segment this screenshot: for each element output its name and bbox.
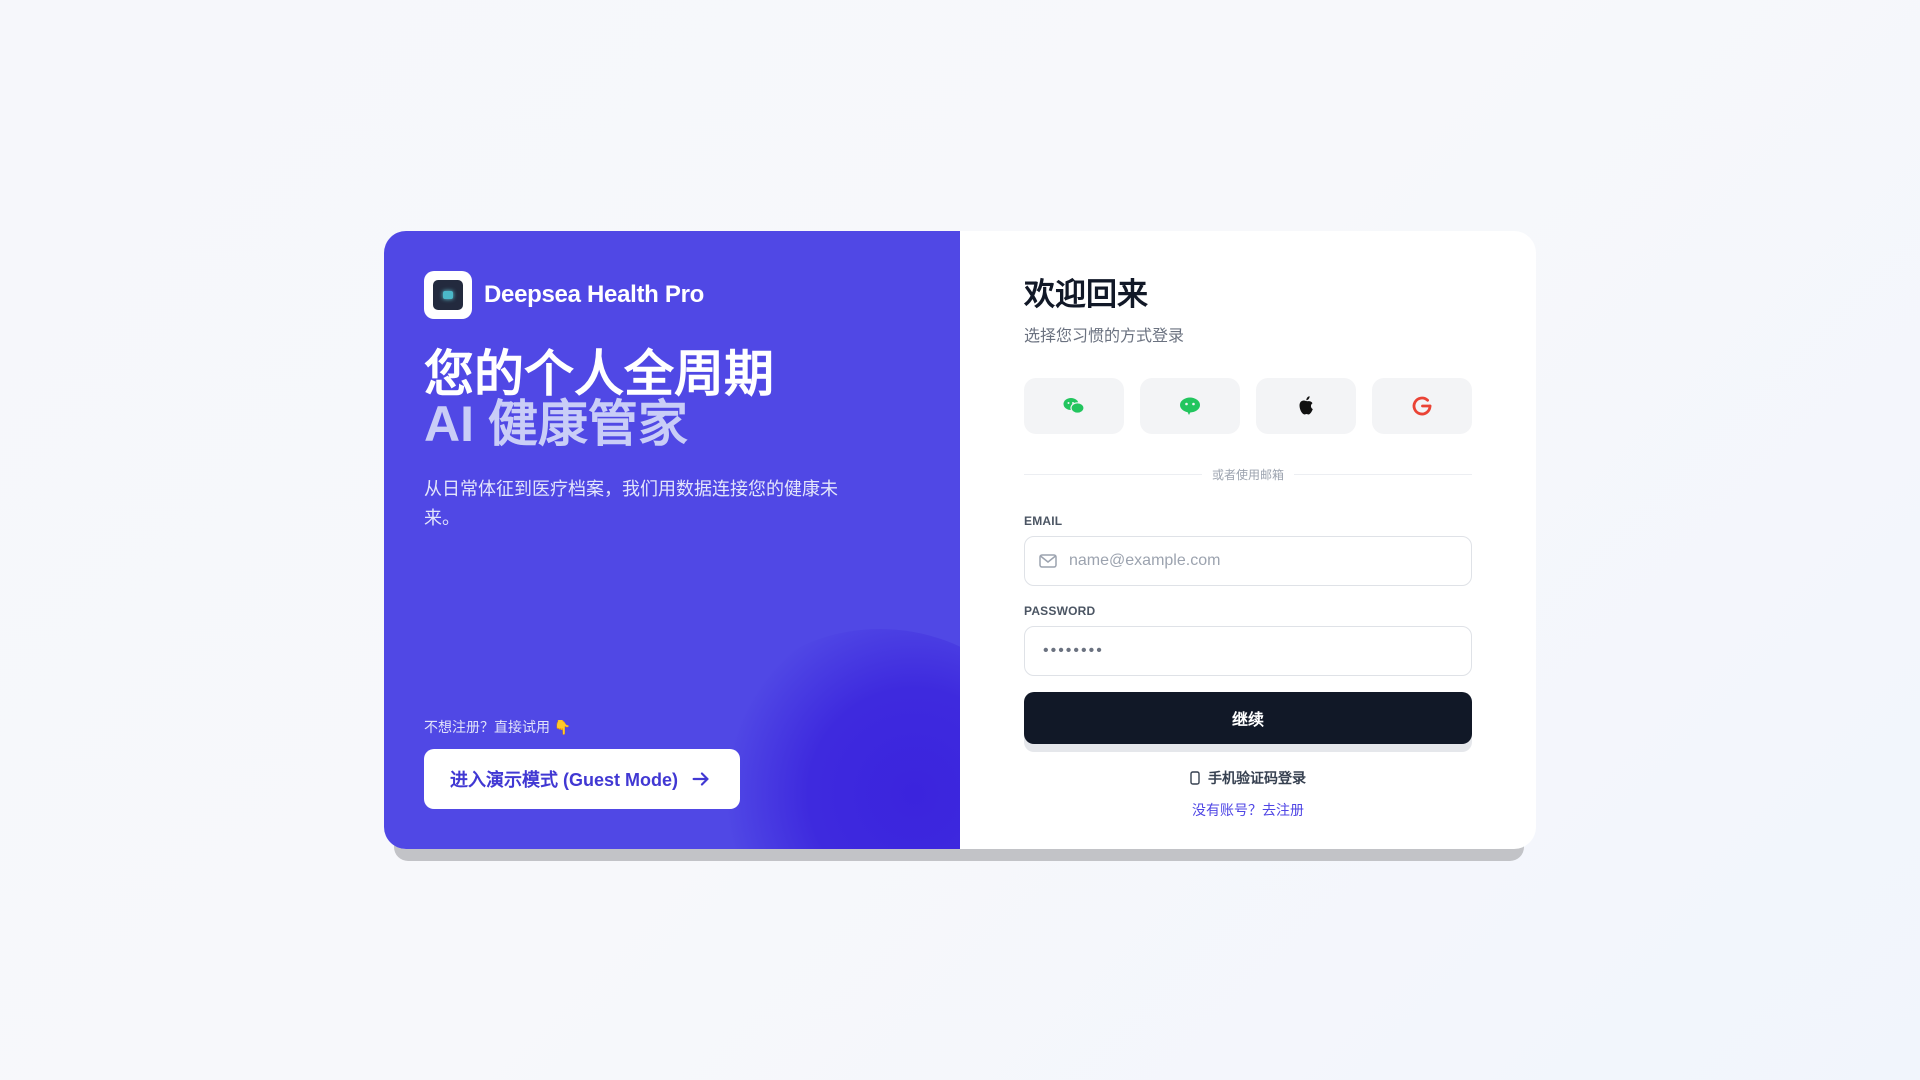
wechat-icon xyxy=(1063,398,1085,414)
arrow-right-icon xyxy=(692,772,709,786)
headline-line-2: AI 健康管家 xyxy=(424,396,688,452)
app-logo-icon xyxy=(424,271,472,319)
guest-mode-button[interactable]: 进入演示模式 (Guest Mode) xyxy=(424,749,740,809)
hero-glow xyxy=(710,629,960,849)
hero-tagline: 从日常体征到医疗档案，我们用数据连接您的健康未来。 xyxy=(424,479,838,528)
hero-panel: Deepsea Health Pro 您的个人全周期 AI 健康管家 从日常体征… xyxy=(384,231,960,849)
submit-wrapper: 继续 xyxy=(1024,692,1472,752)
social-login-row xyxy=(1024,378,1472,434)
email-placeholder: name@example.com xyxy=(1069,552,1221,569)
divider-line-right xyxy=(1294,474,1473,475)
google-icon xyxy=(1412,396,1432,416)
guest-section: 不想注册？直接试用 👇 进入演示模式 (Guest Mode) xyxy=(424,717,740,809)
google-login-button[interactable] xyxy=(1372,378,1472,434)
or-divider: 或者使用邮箱 xyxy=(1024,466,1473,483)
hero-headline: 您的个人全周期 AI 健康管家 xyxy=(424,349,920,449)
brand: Deepsea Health Pro xyxy=(424,271,920,319)
email-field[interactable]: name@example.com xyxy=(1024,536,1472,586)
line-chat-icon xyxy=(1180,397,1200,415)
phone-login-label: 手机验证码登录 xyxy=(1208,770,1306,786)
guest-mode-label: 进入演示模式 (Guest Mode) xyxy=(450,770,678,790)
apple-login-button[interactable] xyxy=(1256,378,1356,434)
password-mask: •••••••• xyxy=(1043,642,1104,659)
guest-hint: 不想注册？直接试用 👇 xyxy=(424,719,572,735)
welcome-title: 欢迎回来 xyxy=(1024,277,1148,312)
phone-login-link[interactable]: 手机验证码登录 xyxy=(1024,768,1472,788)
mail-icon xyxy=(1039,554,1057,568)
register-link[interactable]: 没有账号？去注册 xyxy=(1024,800,1472,820)
wechat-login-button[interactable] xyxy=(1024,378,1124,434)
password-field[interactable]: •••••••• xyxy=(1024,626,1472,676)
password-label: PASSWORD xyxy=(1024,604,1096,618)
line-login-button[interactable] xyxy=(1140,378,1240,434)
divider-text: 或者使用邮箱 xyxy=(1212,468,1285,482)
email-label: EMAIL xyxy=(1024,514,1063,528)
headline-line-1: 您的个人全周期 xyxy=(424,346,774,402)
continue-button[interactable]: 继续 xyxy=(1024,692,1472,744)
login-panel: 欢迎回来 选择您习惯的方式登录 或者使用邮箱 EMAIL name@exampl… xyxy=(960,231,1536,849)
login-card: Deepsea Health Pro 您的个人全周期 AI 健康管家 从日常体征… xyxy=(384,231,1536,849)
phone-icon xyxy=(1190,771,1200,785)
apple-icon xyxy=(1299,396,1313,415)
welcome-subtitle: 选择您习惯的方式登录 xyxy=(1024,328,1185,345)
divider-line-left xyxy=(1024,474,1202,475)
brand-name: Deepsea Health Pro xyxy=(484,281,705,308)
